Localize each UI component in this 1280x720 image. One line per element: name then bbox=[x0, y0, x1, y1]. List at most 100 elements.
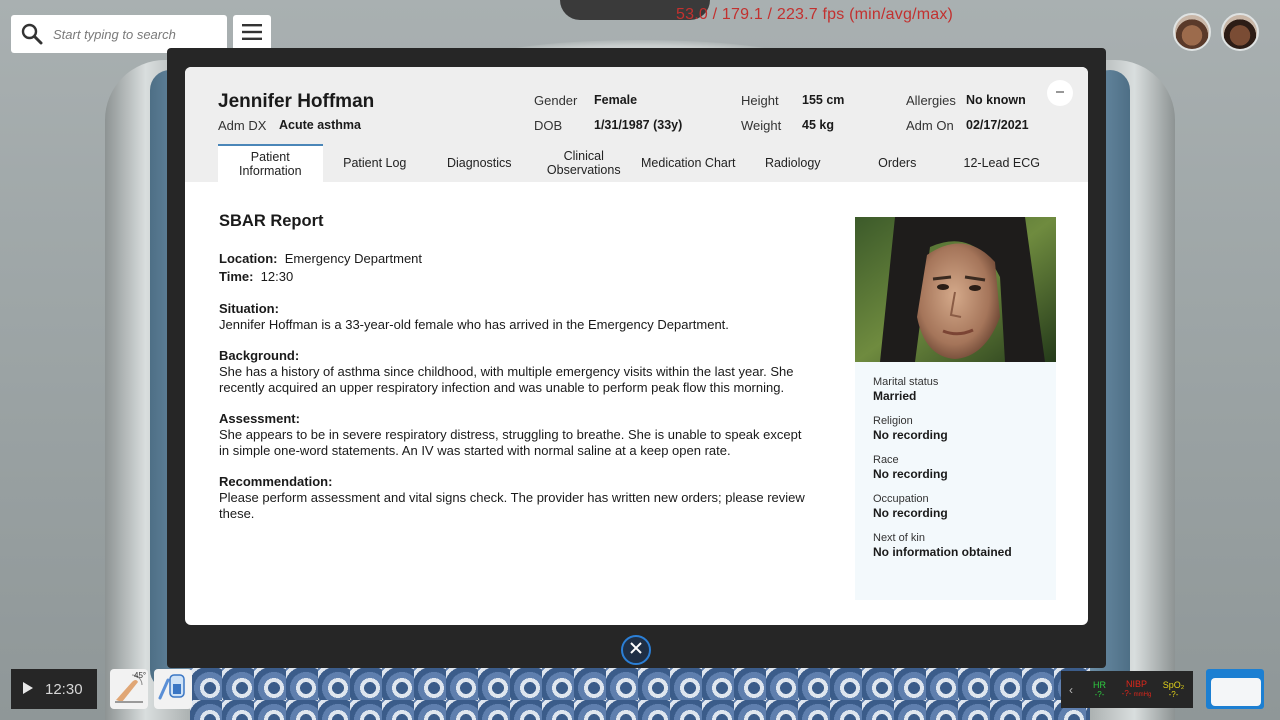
marital-status-item: Marital status Married bbox=[873, 376, 1038, 404]
tab-label: Orders bbox=[878, 156, 917, 170]
height-label: Height bbox=[741, 93, 779, 108]
fps-counter: 53.0 / 179.1 / 223.7 fps (min/avg/max) bbox=[676, 6, 954, 23]
marital-status-value: Married bbox=[873, 389, 917, 403]
vital-hr-label: HR bbox=[1093, 679, 1106, 690]
allergies-label: Allergies bbox=[906, 93, 956, 108]
iv-button[interactable] bbox=[154, 669, 192, 709]
background-section: Background: She has a history of asthma … bbox=[219, 348, 819, 396]
religion-label: Religion bbox=[873, 415, 913, 427]
religion-value: No recording bbox=[873, 428, 948, 442]
time-label: Time: bbox=[219, 269, 254, 284]
situation-section: Situation: Jennifer Hoffman is a 33-year… bbox=[219, 301, 819, 333]
vital-hr-value: -?- bbox=[1094, 689, 1105, 699]
next-of-kin-item: Next of kin No information obtained bbox=[873, 532, 1038, 560]
close-modal-button[interactable] bbox=[621, 635, 651, 665]
vital-nibp-value: -?- bbox=[1121, 689, 1132, 698]
recommendation-section: Recommendation: Please perform assessmen… bbox=[219, 474, 819, 522]
marital-status-label: Marital status bbox=[873, 376, 939, 388]
patient-photo bbox=[855, 217, 1056, 362]
race-item: Race No recording bbox=[873, 454, 1038, 482]
time-line: Time: 12:30 bbox=[219, 268, 819, 286]
tab-label: Patient Log bbox=[343, 156, 407, 170]
minus-icon bbox=[1055, 85, 1065, 101]
close-icon bbox=[630, 641, 642, 659]
allergies-value: No known bbox=[966, 93, 1026, 107]
assessment-heading: Assessment: bbox=[219, 411, 300, 426]
vital-spo2-value: -?- bbox=[1168, 689, 1179, 699]
occupation-item: Occupation No recording bbox=[873, 493, 1038, 521]
religion-item: Religion No recording bbox=[873, 415, 1038, 443]
tab-label: Diagnostics bbox=[446, 156, 512, 170]
vitals-monitor[interactable]: ‹ HR -?- NIBP -?- mmHg SpO₂ -?- bbox=[1061, 671, 1193, 708]
gender-label: Gender bbox=[534, 93, 578, 108]
chart-tabs: Patient Information Patient Log Diagnosti… bbox=[218, 144, 1068, 182]
weight-label: Weight bbox=[741, 118, 782, 133]
tab-radiology[interactable]: Radiology bbox=[741, 144, 846, 182]
gender-value: Female bbox=[594, 93, 638, 107]
play-button[interactable] bbox=[11, 669, 45, 709]
height-value: 155 cm bbox=[802, 93, 845, 107]
situation-heading: Situation: bbox=[219, 301, 279, 316]
recommendation-text: Please perform assessment and vital sign… bbox=[219, 490, 805, 521]
race-label: Race bbox=[873, 454, 899, 466]
tab-label: Observations bbox=[546, 163, 621, 177]
tab-patient-information[interactable]: Patient Information bbox=[218, 144, 323, 182]
next-of-kin-label: Next of kin bbox=[873, 532, 925, 544]
time-value: 12:30 bbox=[260, 269, 294, 284]
location-label: Location: bbox=[219, 251, 278, 266]
avatar-nurse-1[interactable] bbox=[1173, 13, 1211, 51]
situation-text: Jennifer Hoffman is a 33-year-old female… bbox=[219, 317, 729, 332]
location-value: Emergency Department bbox=[284, 251, 423, 266]
tab-clinical-observations[interactable]: Clinical Observations bbox=[532, 144, 637, 182]
background-heading: Background: bbox=[219, 348, 300, 363]
patient-gown bbox=[190, 668, 1090, 720]
patient-name: Jennifer Hoffman bbox=[218, 91, 375, 112]
tab-label: 12-Lead ECG bbox=[963, 156, 1040, 170]
vital-spo2-label: SpO₂ bbox=[1162, 679, 1185, 690]
tab-label: Medication Chart bbox=[641, 156, 736, 170]
dob-value: 1/31/1987 (33y) bbox=[594, 118, 683, 132]
clock-time: 12:30 bbox=[45, 680, 83, 698]
recommendation-heading: Recommendation: bbox=[219, 474, 333, 489]
iv-bag-icon bbox=[156, 670, 190, 709]
tab-diagnostics[interactable]: Diagnostics bbox=[427, 144, 532, 182]
search-input[interactable] bbox=[53, 26, 223, 42]
tab-12-lead-ecg[interactable]: 12-Lead ECG bbox=[950, 144, 1055, 182]
play-icon bbox=[23, 681, 33, 698]
bed-angle-label: 45° bbox=[134, 671, 147, 680]
sbar-report: SBAR Report Location: Emergency Departme… bbox=[219, 212, 819, 522]
sbar-title: SBAR Report bbox=[219, 212, 324, 230]
occupation-value: No recording bbox=[873, 506, 948, 520]
tab-label: Information bbox=[238, 164, 302, 178]
avatar-nurse-2[interactable] bbox=[1221, 13, 1259, 51]
race-value: No recording bbox=[873, 467, 948, 481]
dob-label: DOB bbox=[534, 118, 563, 133]
assessment-section: Assessment: She appears to be in severe … bbox=[219, 411, 819, 459]
tab-medication-chart[interactable]: Medication Chart bbox=[636, 144, 741, 182]
vital-nibp: NIBP -?- mmHg bbox=[1118, 679, 1155, 700]
bed-position-button[interactable]: 45° bbox=[110, 669, 148, 709]
chevron-left-icon[interactable]: ‹ bbox=[1061, 683, 1081, 697]
adm-on-label: Adm On bbox=[906, 118, 954, 133]
tab-orders[interactable]: Orders bbox=[845, 144, 950, 182]
weight-value: 45 kg bbox=[802, 118, 834, 132]
vital-hr: HR -?- bbox=[1081, 680, 1118, 700]
adm-on-value: 02/17/2021 bbox=[966, 118, 1029, 132]
tab-label: Clinical bbox=[563, 149, 604, 163]
monitor-screen-button[interactable] bbox=[1206, 669, 1264, 709]
collapse-header-button[interactable] bbox=[1047, 80, 1073, 106]
assessment-text: She appears to be in severe respiratory … bbox=[219, 427, 802, 458]
patient-chart-modal: Jennifer Hoffman Adm DX Acute asthma Gen… bbox=[185, 67, 1088, 625]
location-line: Location: Emergency Department bbox=[219, 250, 819, 268]
simulation-clock: 12:30 bbox=[11, 669, 97, 709]
tab-patient-log[interactable]: Patient Log bbox=[323, 144, 428, 182]
occupation-label: Occupation bbox=[873, 493, 929, 505]
vital-nibp-unit: mmHg bbox=[1133, 692, 1152, 698]
search-icon bbox=[11, 15, 53, 53]
background-text: She has a history of asthma since childh… bbox=[219, 364, 794, 395]
vital-spo2: SpO₂ -?- bbox=[1155, 680, 1192, 700]
patient-profile-panel: Marital status Married Religion No recor… bbox=[855, 362, 1056, 600]
patient-header: Jennifer Hoffman Adm DX Acute asthma Gen… bbox=[185, 67, 1088, 182]
hamburger-menu-icon bbox=[242, 23, 262, 45]
vital-nibp-label: NIBP bbox=[1125, 679, 1147, 689]
